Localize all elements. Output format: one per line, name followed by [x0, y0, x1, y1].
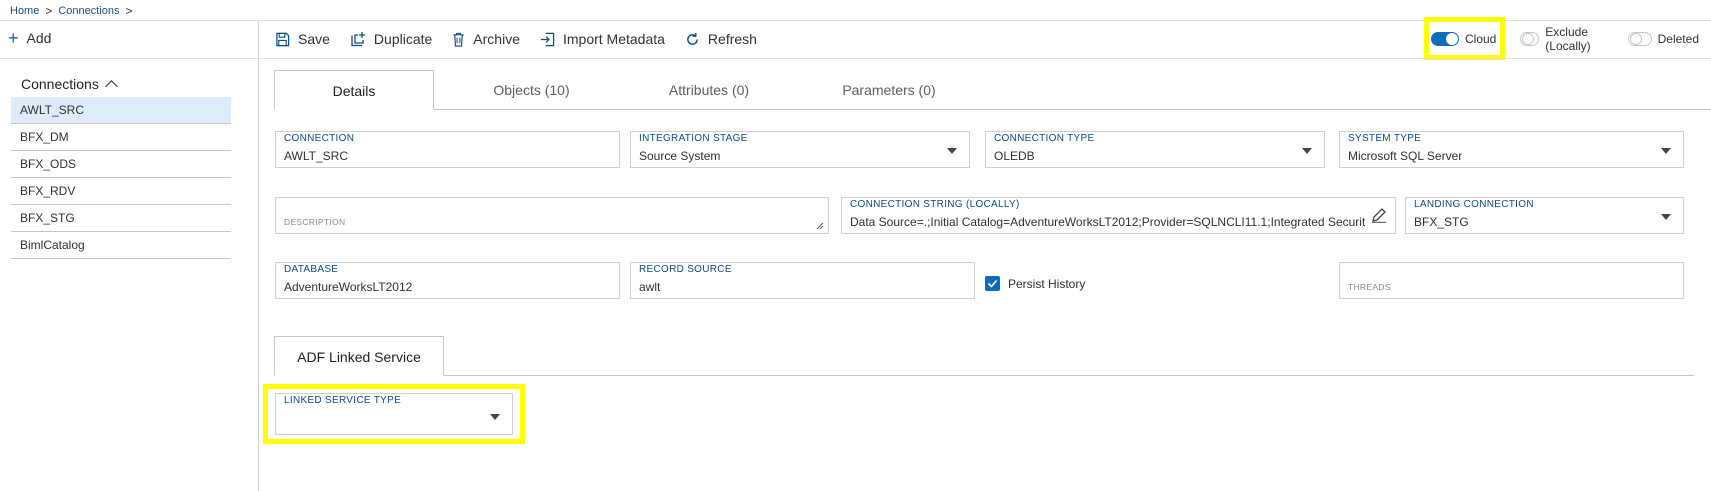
deleted-toggle-group: Deleted	[1627, 32, 1699, 46]
trash-icon	[453, 32, 464, 47]
toggle-knob	[1522, 33, 1535, 45]
caret-down-icon	[1661, 214, 1671, 220]
checkmark-icon	[985, 276, 1000, 291]
field-label: SYSTEM TYPE	[1348, 133, 1422, 144]
breadcrumb: Home > Connections >	[10, 3, 139, 19]
tab-parameters[interactable]: Parameters (0)	[789, 70, 989, 110]
database-field[interactable]: DATABASE AdventureWorksLT2012	[275, 262, 620, 299]
exclude-locally-toggle[interactable]	[1520, 32, 1540, 46]
list-item[interactable]: BFX_STG	[11, 205, 231, 232]
description-textarea[interactable]: DESCRIPTION	[275, 197, 829, 234]
plus-icon: +	[8, 28, 19, 48]
persist-history-label: Persist History	[1008, 276, 1086, 291]
breadcrumb-home-link[interactable]: Home	[10, 5, 39, 17]
list-item[interactable]: BFX_ODS	[11, 151, 231, 178]
field-value: BFX_STG	[1414, 215, 1469, 229]
field-value: Source System	[639, 149, 721, 163]
toolbar: Save Duplicate Archive Import Metadata R…	[275, 28, 777, 50]
archive-button-label: Archive	[473, 31, 520, 47]
subtab-underline	[274, 375, 1694, 376]
field-value: OLEDB	[994, 149, 1035, 163]
connection-list: AWLT_SRC BFX_DM BFX_ODS BFX_RDV BFX_STG …	[11, 97, 231, 259]
threads-field[interactable]: THREADS	[1339, 262, 1684, 299]
field-placeholder: DESCRIPTION	[284, 217, 346, 227]
list-item[interactable]: BFX_RDV	[11, 178, 231, 205]
caret-down-icon	[1302, 148, 1312, 154]
save-button[interactable]: Save	[275, 31, 330, 47]
persist-history-checkbox[interactable]: Persist History	[985, 276, 1085, 291]
list-item[interactable]: BimlCatalog	[11, 232, 231, 259]
breadcrumb-separator: >	[125, 4, 133, 18]
caret-down-icon	[947, 148, 957, 154]
connection-type-select[interactable]: CONNECTION TYPE OLEDB	[985, 131, 1325, 168]
field-placeholder: THREADS	[1348, 282, 1391, 292]
toggle-knob	[1629, 33, 1642, 45]
import-metadata-button-label: Import Metadata	[562, 31, 665, 47]
field-label: LANDING CONNECTION	[1414, 199, 1534, 210]
landing-connection-select[interactable]: LANDING CONNECTION BFX_STG	[1405, 197, 1684, 234]
refresh-button[interactable]: Refresh	[685, 31, 757, 47]
connection-field[interactable]: CONNECTION AWLT_SRC	[275, 131, 620, 168]
highlight-box	[263, 384, 525, 444]
breadcrumb-connections-link[interactable]: Connections	[58, 5, 119, 17]
divider	[0, 58, 258, 59]
tab-details[interactable]: Details	[274, 70, 434, 110]
field-value: AWLT_SRC	[284, 149, 349, 163]
exclude-toggle-group: Exclude (Locally)	[1520, 25, 1615, 53]
connections-header[interactable]: Connections	[21, 76, 118, 93]
field-value: AdventureWorksLT2012	[284, 280, 413, 294]
chevron-up-icon	[104, 80, 118, 93]
connection-string-field[interactable]: CONNECTION STRING (LOCALLY) Data Source=…	[841, 197, 1396, 234]
save-icon	[276, 32, 290, 46]
field-label: CONNECTION TYPE	[994, 133, 1095, 144]
duplicate-icon	[351, 32, 365, 47]
refresh-icon	[687, 32, 698, 45]
import-metadata-button[interactable]: Import Metadata	[540, 31, 665, 47]
add-button[interactable]: + Add	[8, 28, 52, 48]
field-value: Microsoft SQL Server	[1348, 149, 1463, 163]
caret-down-icon	[1661, 148, 1671, 154]
divider	[258, 58, 1711, 59]
tab-adf-linked-service[interactable]: ADF Linked Service	[274, 336, 444, 376]
field-label: CONNECTION	[284, 133, 355, 144]
refresh-button-label: Refresh	[707, 31, 757, 47]
record-source-field[interactable]: RECORD SOURCE awlt	[630, 262, 975, 299]
duplicate-button[interactable]: Duplicate	[350, 31, 432, 47]
deleted-toggle-label: Deleted	[1657, 32, 1699, 46]
archive-button[interactable]: Archive	[452, 31, 520, 47]
highlight-box	[1424, 17, 1505, 60]
tab-objects[interactable]: Objects (10)	[434, 70, 629, 110]
field-value: Data Source=.;Initial Catalog=AdventureW…	[850, 215, 1365, 229]
breadcrumb-separator: >	[45, 4, 53, 18]
field-label: RECORD SOURCE	[639, 264, 732, 275]
pencil-icon[interactable]	[1371, 207, 1387, 223]
field-value: awlt	[639, 280, 661, 294]
field-label: INTEGRATION STAGE	[639, 133, 748, 144]
integration-stage-select[interactable]: INTEGRATION STAGE Source System	[630, 131, 970, 168]
connections-header-label: Connections	[21, 76, 99, 92]
deleted-toggle[interactable]	[1627, 32, 1652, 46]
field-label: CONNECTION STRING (LOCALLY)	[850, 199, 1020, 210]
resize-handle-icon[interactable]	[816, 222, 824, 230]
field-label: DATABASE	[284, 264, 339, 275]
save-button-label: Save	[298, 31, 330, 47]
list-item[interactable]: BFX_DM	[11, 124, 231, 151]
duplicate-button-label: Duplicate	[373, 31, 433, 47]
import-icon	[540, 32, 555, 46]
list-item[interactable]: AWLT_SRC	[11, 97, 231, 124]
exclude-toggle-label: Exclude (Locally)	[1545, 25, 1591, 53]
tab-attributes[interactable]: Attributes (0)	[629, 70, 789, 110]
tab-bar: Details Objects (10) Attributes (0) Para…	[274, 70, 1711, 110]
system-type-select[interactable]: SYSTEM TYPE Microsoft SQL Server	[1339, 131, 1684, 168]
add-button-label: Add	[26, 30, 52, 46]
